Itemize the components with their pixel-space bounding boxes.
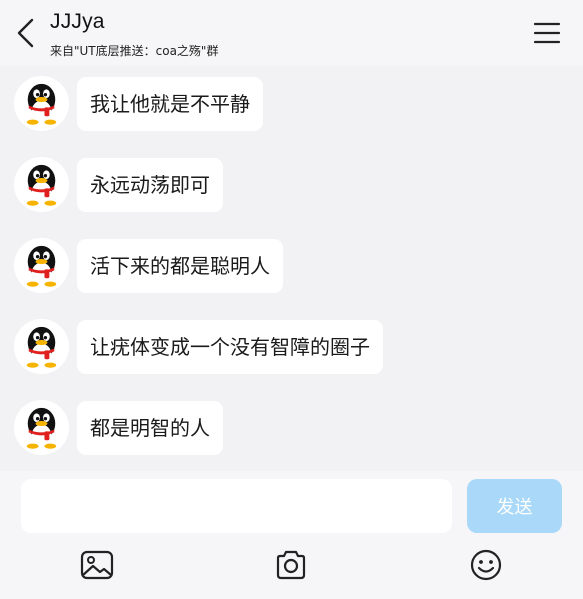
chevron-left-icon[interactable] <box>14 16 38 50</box>
chat-subtitle: 来自"UT底层推送：coa之殇"群 <box>50 44 219 58</box>
message-row: 永远动荡即可 <box>14 157 574 217</box>
hamburger-menu-icon[interactable] <box>533 20 561 46</box>
penguin-avatar-icon <box>14 319 69 374</box>
avatar[interactable] <box>14 238 69 293</box>
camera-icon[interactable] <box>274 548 308 582</box>
avatar[interactable] <box>14 400 69 455</box>
avatar[interactable] <box>14 157 69 212</box>
message-bubble[interactable]: 让疣体变成一个没有智障的圈子 <box>77 320 383 374</box>
penguin-avatar-icon <box>14 157 69 212</box>
message-bubble[interactable]: 我让他就是不平静 <box>77 77 263 131</box>
message-row: 活下来的都是聪明人 <box>14 238 574 298</box>
send-button[interactable]: 发送 <box>467 479 562 533</box>
composer-bar: 发送 <box>0 471 583 599</box>
message-row: 都是明智的人 <box>14 400 574 460</box>
penguin-avatar-icon <box>14 400 69 455</box>
chat-header: JJJya 来自"UT底层推送：coa之殇"群 <box>0 0 583 66</box>
chat-title: JJJya <box>50 10 105 33</box>
message-bubble[interactable]: 活下来的都是聪明人 <box>77 239 283 293</box>
message-row: 我让他就是不平静 <box>14 76 574 136</box>
message-bubble[interactable]: 永远动荡即可 <box>77 158 223 212</box>
avatar[interactable] <box>14 76 69 131</box>
emoji-icon[interactable] <box>469 548 503 582</box>
message-bubble[interactable]: 都是明智的人 <box>77 401 223 455</box>
message-input[interactable] <box>21 479 452 533</box>
message-list[interactable]: 我让他就是不平静 永远动荡即可 活下来的都是聪明人 让疣体变成一个没有智障的圈子… <box>0 66 583 471</box>
image-icon[interactable] <box>80 548 114 582</box>
penguin-avatar-icon <box>14 76 69 131</box>
message-row: 让疣体变成一个没有智障的圈子 <box>14 319 574 379</box>
penguin-avatar-icon <box>14 238 69 293</box>
avatar[interactable] <box>14 319 69 374</box>
